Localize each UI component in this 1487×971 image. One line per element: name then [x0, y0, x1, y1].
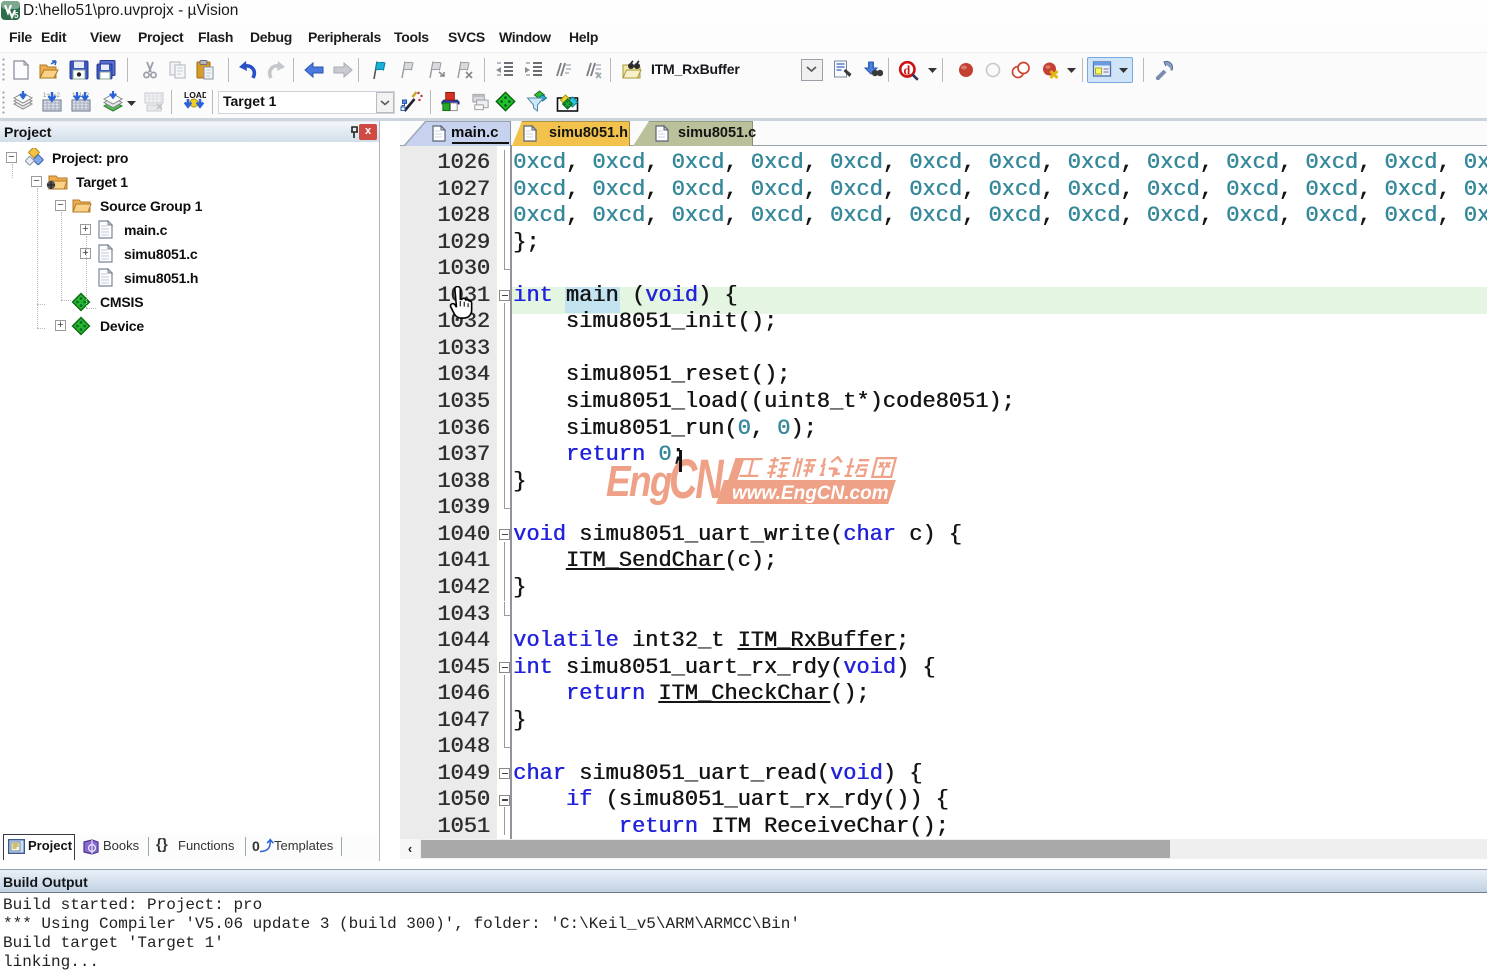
svg-text:5: 5	[14, 11, 19, 20]
svg-text:d: d	[904, 63, 911, 77]
svg-text:LOAD: LOAD	[184, 90, 206, 100]
